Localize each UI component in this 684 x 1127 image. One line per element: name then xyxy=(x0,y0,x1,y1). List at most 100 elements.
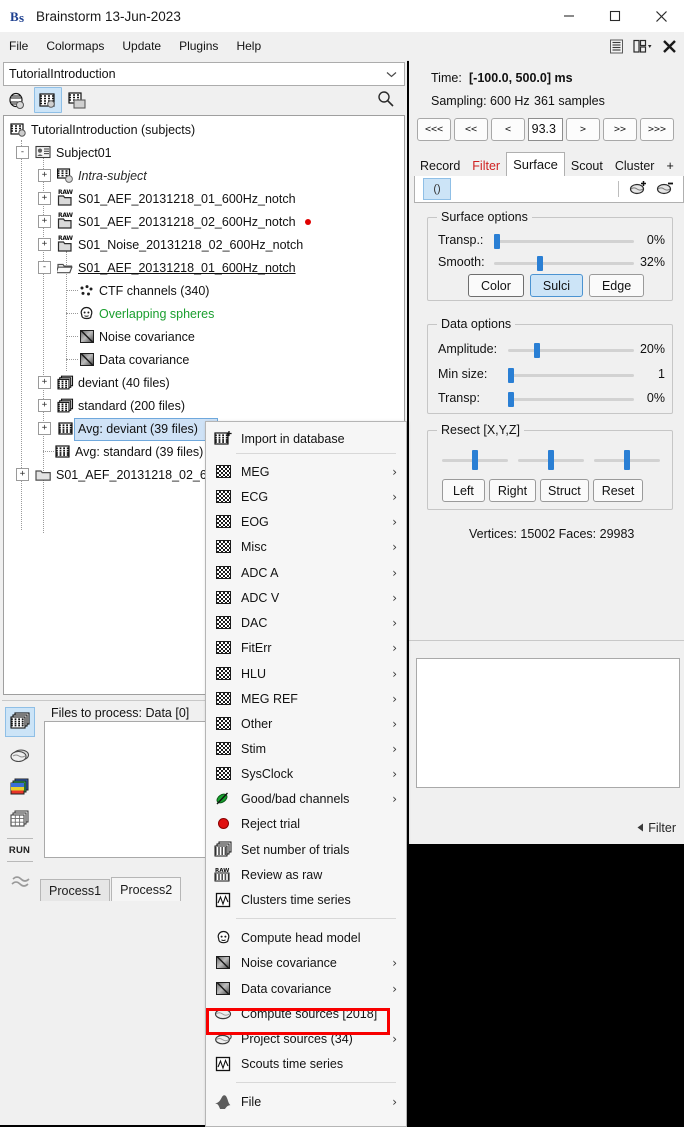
expand-expander[interactable]: + xyxy=(38,192,51,205)
right-bottom-list[interactable] xyxy=(416,658,680,788)
resect-y-slider[interactable] xyxy=(518,453,584,467)
menu-item-review-as-raw[interactable]: RAW Review as raw xyxy=(206,862,406,887)
smooth-slider[interactable] xyxy=(494,256,634,270)
recordings-icon[interactable] xyxy=(5,707,35,737)
resect-reset-button[interactable]: Reset xyxy=(593,479,644,502)
expand-expander[interactable]: + xyxy=(38,399,51,412)
nav-prev-page-button[interactable]: << xyxy=(454,118,488,141)
tab-filter[interactable]: Filter xyxy=(466,156,506,176)
color-button[interactable]: Color xyxy=(468,274,524,297)
nav-first-button[interactable]: <<< xyxy=(417,118,451,141)
resect-left-button[interactable]: Left xyxy=(442,479,485,502)
expand-expander[interactable]: + xyxy=(38,422,51,435)
protocol-combobox[interactable]: TutorialIntroduction xyxy=(3,62,405,86)
menu-item-ecg[interactable]: ECG › xyxy=(206,484,406,509)
maximize-button[interactable] xyxy=(592,0,638,32)
menu-item-data-covariance[interactable]: Data covariance › xyxy=(206,976,406,1001)
amplitude-slider[interactable] xyxy=(508,343,634,357)
tree-node-overlapping-spheres[interactable]: Overlapping spheres xyxy=(78,302,214,325)
menu-item-stim[interactable]: Stim › xyxy=(206,736,406,761)
menu-item-file[interactable]: File › xyxy=(206,1089,406,1114)
menu-help[interactable]: Help xyxy=(227,35,270,57)
close-all-icon[interactable] xyxy=(662,39,677,54)
menu-plugins[interactable]: Plugins xyxy=(170,35,227,57)
matrix-icon[interactable] xyxy=(6,805,34,833)
menu-item-good-bad-channels[interactable]: Good/bad channels › xyxy=(206,786,406,811)
menu-item-clusters-time-series[interactable]: Clusters time series xyxy=(206,887,406,912)
close-button[interactable] xyxy=(638,0,684,32)
menu-item-other[interactable]: Other › xyxy=(206,711,406,736)
sources-icon[interactable] xyxy=(6,741,34,769)
layout-icon[interactable] xyxy=(633,39,653,54)
menu-item-adc-v[interactable]: ADC V › xyxy=(206,585,406,610)
menu-item-meg[interactable]: MEG › xyxy=(206,459,406,484)
expand-expander[interactable]: + xyxy=(38,169,51,182)
tree-node-protocol[interactable]: TutorialIntroduction (subjects) xyxy=(10,118,195,141)
tree-node-noise-covariance[interactable]: Noise covariance xyxy=(78,325,195,348)
menu-item-scouts-time-series[interactable]: Scouts time series xyxy=(206,1051,406,1076)
tree-node-data-covariance[interactable]: Data covariance xyxy=(78,348,189,371)
run-button[interactable]: RUN xyxy=(9,845,30,856)
anatomy-view-icon[interactable] xyxy=(5,88,31,112)
data-transp-slider[interactable] xyxy=(508,392,634,406)
edge-button[interactable]: Edge xyxy=(589,274,644,297)
menu-item-reject-trial[interactable]: Reject trial xyxy=(206,811,406,836)
tree-node-intra-subject[interactable]: + Intra-subject xyxy=(38,164,147,187)
menu-colormaps[interactable]: Colormaps xyxy=(37,35,113,57)
menu-update[interactable]: Update xyxy=(113,35,170,57)
tab-add[interactable]: + xyxy=(660,156,679,176)
remove-surface-icon[interactable] xyxy=(656,179,675,199)
menu-item-compute-head-model[interactable]: Compute head model xyxy=(206,925,406,950)
nav-next-page-button[interactable]: >> xyxy=(603,118,637,141)
tab-process1[interactable]: Process1 xyxy=(40,879,110,901)
tab-process2[interactable]: Process2 xyxy=(111,877,181,901)
resect-z-slider[interactable] xyxy=(594,453,660,467)
menu-item-noise-covariance[interactable]: Noise covariance › xyxy=(206,950,406,975)
tree-node-avg-deviant[interactable]: + Avg: deviant (39 files) xyxy=(38,417,198,440)
menu-item-sysclock[interactable]: SysClock › xyxy=(206,761,406,786)
expand-expander[interactable]: + xyxy=(16,468,29,481)
menu-item-set-number-of-trials[interactable]: Set number of trials xyxy=(206,837,406,862)
tree-node-subject01[interactable]: - Subject01 xyxy=(16,141,112,164)
minimize-button[interactable] xyxy=(546,0,592,32)
menu-item-hlu[interactable]: HLU › xyxy=(206,661,406,686)
tree-node-deviant-group[interactable]: + deviant (40 files) xyxy=(38,371,170,394)
add-surface-icon[interactable] xyxy=(629,179,648,199)
menu-item-dac[interactable]: DAC › xyxy=(206,610,406,635)
search-icon[interactable] xyxy=(377,90,395,111)
tree-node-raw-2[interactable]: + RAW S01_AEF_20131218_02_600Hz_notch xyxy=(38,210,311,233)
tree-node-avg-standard[interactable]: Avg: standard (39 files) xyxy=(54,440,203,463)
timefreq-icon[interactable] xyxy=(6,773,34,801)
transp-slider[interactable] xyxy=(494,234,634,248)
tree-node-raw-noise[interactable]: + RAW S01_Noise_20131218_02_600Hz_notch xyxy=(38,233,303,256)
functional-condition-view-icon[interactable] xyxy=(65,88,91,112)
tab-record[interactable]: Record xyxy=(414,156,466,176)
time-value-input[interactable]: 93.3 xyxy=(528,118,563,141)
layers-icon[interactable] xyxy=(609,39,624,54)
nav-last-button[interactable]: >>> xyxy=(640,118,674,141)
functional-subject-view-icon[interactable] xyxy=(34,87,62,113)
menu-file[interactable]: File xyxy=(0,35,37,57)
nav-next-button[interactable]: > xyxy=(566,118,600,141)
min-size-slider[interactable] xyxy=(508,368,634,382)
expand-expander[interactable]: + xyxy=(38,376,51,389)
menu-item-meg-ref[interactable]: MEG REF › xyxy=(206,686,406,711)
tab-cluster[interactable]: Cluster xyxy=(609,156,661,176)
sulci-button[interactable]: Sulci xyxy=(530,274,583,297)
reload-icon[interactable] xyxy=(6,867,34,895)
tree-node-raw-1[interactable]: + RAW S01_AEF_20131218_01_600Hz_notch xyxy=(38,187,296,210)
surface-select-button[interactable]: () xyxy=(423,178,451,200)
resect-struct-button[interactable]: Struct xyxy=(540,479,589,502)
nav-prev-button[interactable]: < xyxy=(491,118,525,141)
expand-expander[interactable]: + xyxy=(38,215,51,228)
tab-scout[interactable]: Scout xyxy=(565,156,609,176)
tab-surface[interactable]: Surface xyxy=(506,152,565,177)
menu-item-misc[interactable]: Misc › xyxy=(206,534,406,559)
menu-item-eog[interactable]: EOG › xyxy=(206,509,406,534)
collapse-expander[interactable]: - xyxy=(38,261,51,274)
menu-item-fiterr[interactable]: FitErr › xyxy=(206,635,406,660)
resect-x-slider[interactable] xyxy=(442,453,508,467)
collapse-expander[interactable]: - xyxy=(16,146,29,159)
expand-expander[interactable]: + xyxy=(38,238,51,251)
tree-node-ctf-channels[interactable]: CTF channels (340) xyxy=(78,279,209,302)
